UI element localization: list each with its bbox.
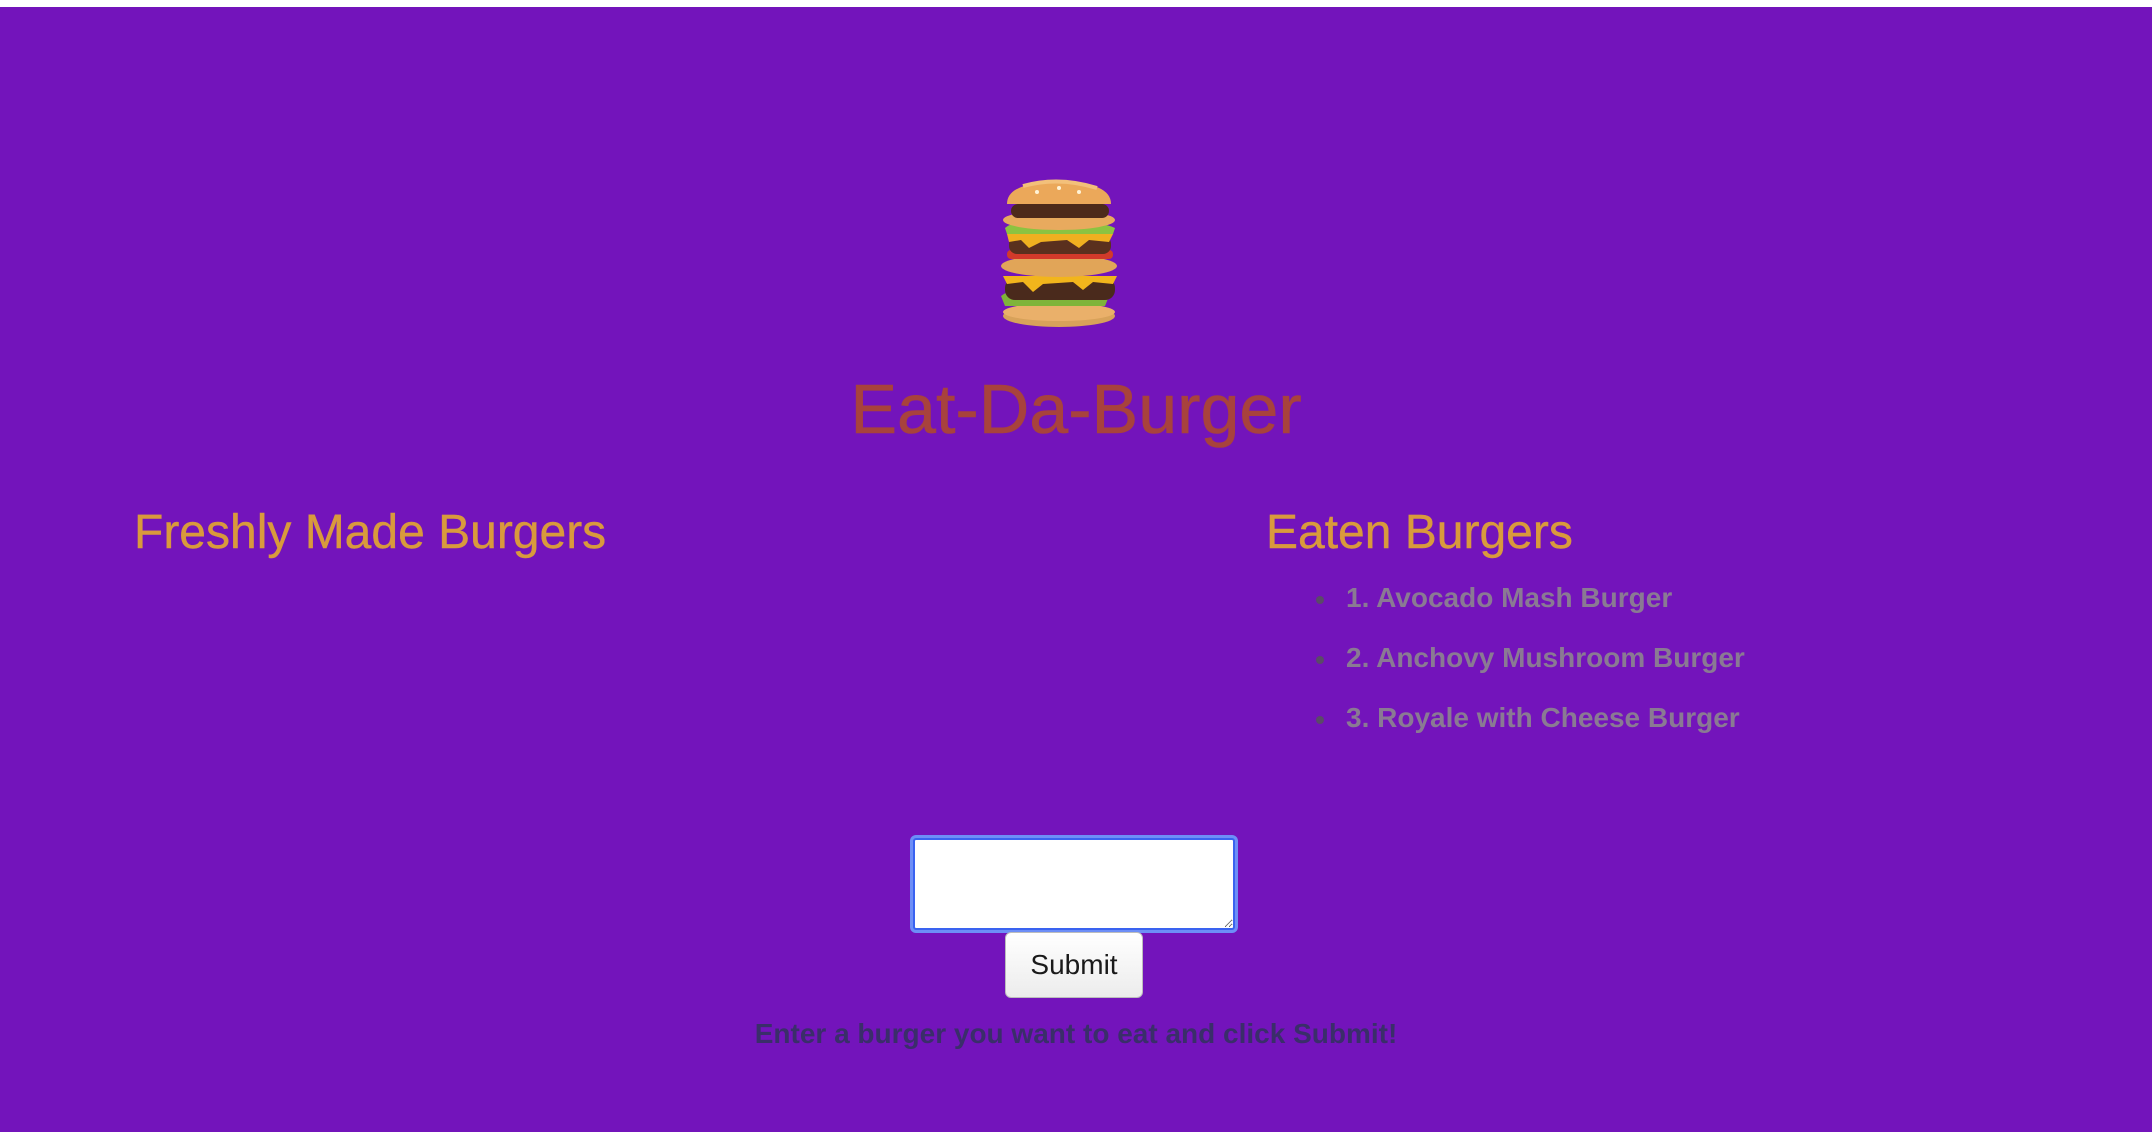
burger-name-input[interactable]	[913, 838, 1235, 930]
eaten-burgers-list: 1. Avocado Mash Burger 2. Anchovy Mushro…	[1312, 578, 1745, 758]
top-strip	[0, 0, 2152, 7]
burger-stack-icon	[1001, 179, 1117, 327]
list-item: 2. Anchovy Mushroom Burger	[1312, 638, 1745, 698]
instruction-text: Enter a burger you want to eat and click…	[754, 1018, 1398, 1049]
submit-button[interactable]: Submit	[1005, 932, 1143, 998]
list-item: 1. Avocado Mash Burger	[1312, 578, 1745, 638]
fresh-burgers-heading: Freshly Made Burgers	[134, 506, 607, 559]
list-item: 3. Royale with Cheese Burger	[1312, 698, 1745, 758]
eaten-burgers-heading: Eaten Burgers	[1266, 506, 1573, 559]
page-title: Eat-Da-Burger	[850, 370, 1302, 449]
